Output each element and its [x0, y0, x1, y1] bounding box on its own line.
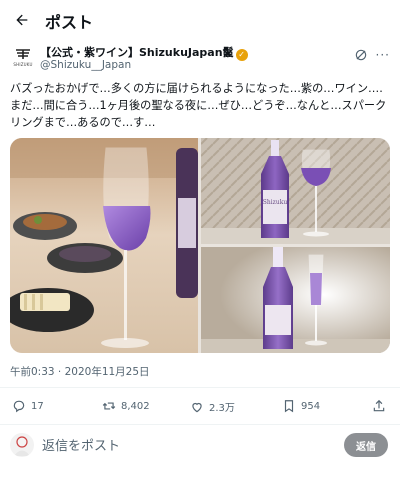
back-button[interactable] [8, 6, 36, 34]
page-title: ポスト [45, 13, 94, 32]
avatar[interactable]: SHIZUKU [10, 44, 36, 70]
repost-icon [102, 402, 116, 410]
author-name-suffix: 鬣 [222, 46, 234, 59]
reply-input[interactable]: 返信をポスト [42, 435, 120, 454]
repost-button[interactable]: 8,402 [102, 399, 150, 413]
back-arrow-icon [16, 14, 28, 26]
like-count: 2.3万 [209, 403, 235, 414]
bookmark-icon [284, 400, 294, 413]
author-block: SHIZUKU 【公式・紫ワイン】ShizukuJapan鬣 ✓ @Shizuku… [10, 44, 390, 74]
bookmark-count: 954 [301, 400, 321, 412]
media-grid: Shizuku [10, 138, 390, 353]
share-icon [373, 399, 385, 412]
like-button[interactable]: 2.3万 [190, 399, 235, 414]
reply-submit-button[interactable]: 返信 [344, 433, 388, 457]
photo-wine-glass-table[interactable] [10, 138, 198, 353]
post-text: バズったおかげで…多くの方に届けられるようになった…紫の…ワイン….まだ…間に合… [10, 82, 387, 129]
current-user-avatar[interactable] [10, 433, 34, 457]
more-icon[interactable]: ··· [376, 48, 390, 62]
avatar-logo-icon [15, 48, 31, 62]
like-icon [192, 402, 202, 412]
divider-top [0, 387, 400, 388]
avatar-brand: SHIZUKU [13, 61, 33, 67]
top-bar: ポスト [0, 0, 400, 40]
reply-composer: 返信をポスト 返信 [0, 425, 400, 465]
reply-count: 17 [31, 400, 44, 412]
photo-sparkling-bottle-and-flute[interactable] [201, 247, 390, 353]
reply-icon [13, 400, 25, 413]
post-timestamp[interactable]: 午前0:33 · 2020年11月25日 [10, 364, 150, 379]
bookmark-button[interactable]: 954 [282, 399, 320, 413]
author-handle[interactable]: @Shizuku__Japan [40, 59, 131, 71]
grok-icon[interactable] [354, 48, 368, 62]
action-bar: 17 8,402 2.3万 954 [0, 393, 400, 421]
bottle-label: Shizuku [263, 199, 288, 206]
share-button[interactable] [372, 399, 386, 413]
verified-badge-icon: ✓ [235, 49, 248, 61]
author-name-text: 【公式・紫ワイン】ShizukuJapan [40, 46, 223, 59]
repost-count: 8,402 [121, 400, 150, 412]
reply-button[interactable]: 17 [12, 399, 44, 413]
photo-bottle-and-glass[interactable]: Shizuku [201, 138, 390, 244]
